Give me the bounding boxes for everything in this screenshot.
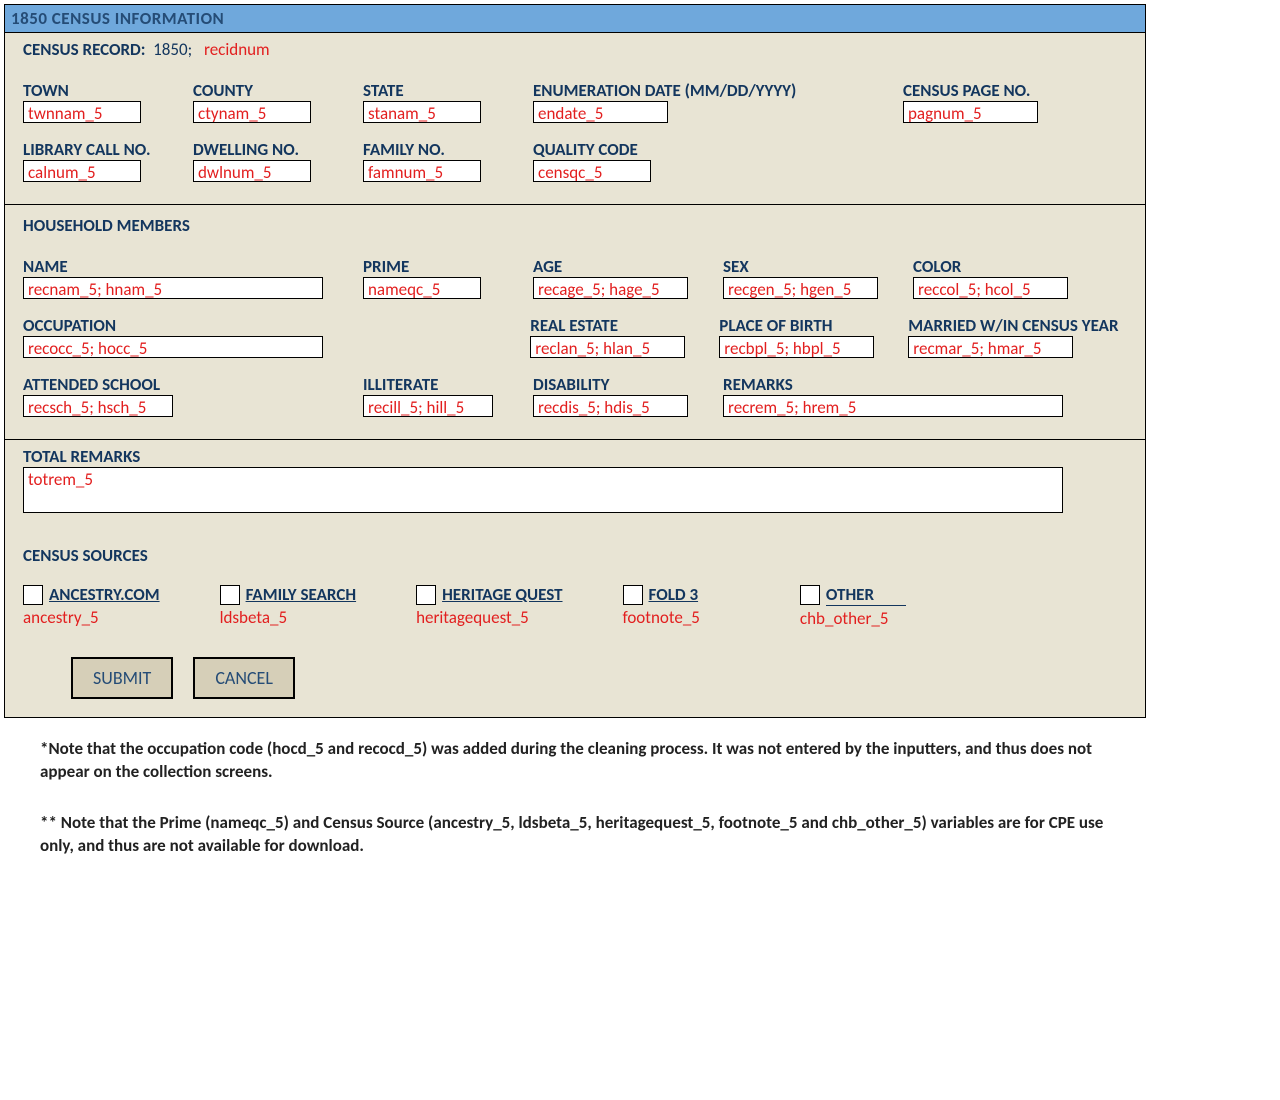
field-input-prime[interactable]: nameqc_5 — [363, 277, 481, 299]
checkbox-other[interactable] — [800, 585, 820, 605]
household-section: HOUSEHOLD MEMBERS NAME recnam_5; hnam_5 … — [5, 205, 1145, 439]
source-label-other: OTHER — [826, 584, 906, 606]
checkbox-heritage[interactable] — [416, 585, 436, 605]
census-record-var: recidnum — [204, 39, 270, 60]
source-var-fold3: footnote_5 — [623, 607, 700, 628]
field-label-illiterate: ILLITERATE — [363, 374, 513, 395]
field-input-qc[interactable]: censqc_5 — [533, 160, 651, 182]
source-var-familysearch: ldsbeta_5 — [220, 607, 357, 628]
field-input-enum-date[interactable]: endate_5 — [533, 101, 668, 123]
field-input-total-remarks[interactable]: totrem_5 — [23, 467, 1063, 513]
field-label-occ: OCCUPATION — [23, 315, 341, 336]
field-label-enum-date: ENUMERATION DATE (MM/DD/YYYY) — [533, 80, 883, 101]
field-label-married: MARRIED W/IN CENSUS YEAR — [908, 315, 1127, 336]
source-var-other: chb_other_5 — [800, 608, 906, 629]
footer-section: TOTAL REMARKS totrem_5 CENSUS SOURCES AN… — [5, 440, 1145, 717]
census-record-year: 1850; — [149, 39, 192, 60]
checkbox-familysearch[interactable] — [220, 585, 240, 605]
field-label-school: ATTENDED SCHOOL — [23, 374, 343, 395]
field-input-page[interactable]: pagnum_5 — [903, 101, 1038, 123]
submit-button[interactable]: SUBMIT — [71, 657, 173, 699]
field-input-name[interactable]: recnam_5; hnam_5 — [23, 277, 323, 299]
title-bar: 1850 CENSUS INFORMATION — [5, 5, 1145, 33]
field-input-family[interactable]: famnum_5 — [363, 160, 481, 182]
field-input-dwelling[interactable]: dwlnum_5 — [193, 160, 311, 182]
field-input-school[interactable]: recsch_5; hsch_5 — [23, 395, 173, 417]
field-input-town[interactable]: twnnam_5 — [23, 101, 141, 123]
field-input-occ[interactable]: recocc_5; hocc_5 — [23, 336, 323, 358]
checkbox-ancestry[interactable] — [23, 585, 43, 605]
field-label-color: COLOR — [913, 256, 1083, 277]
field-input-lib[interactable]: calnum_5 — [23, 160, 141, 182]
field-input-real[interactable]: reclan_5; hlan_5 — [530, 336, 685, 358]
field-label-real: REAL ESTATE — [530, 315, 699, 336]
field-input-color[interactable]: reccol_5; hcol_5 — [913, 277, 1068, 299]
field-input-remarks[interactable]: recrem_5; hrem_5 — [723, 395, 1063, 417]
field-input-age[interactable]: recage_5; hage_5 — [533, 277, 688, 299]
field-label-birth: PLACE OF BIRTH — [719, 315, 888, 336]
field-label-lib: LIBRARY CALL NO. — [23, 139, 173, 160]
field-input-birth[interactable]: recbpl_5; hbpl_5 — [719, 336, 874, 358]
field-input-county[interactable]: ctynam_5 — [193, 101, 311, 123]
sources-header: CENSUS SOURCES — [23, 545, 1127, 566]
household-header: HOUSEHOLD MEMBERS — [23, 211, 1127, 236]
field-label-page: CENSUS PAGE NO. — [903, 80, 1073, 101]
field-label-town: TOWN — [23, 80, 173, 101]
footnote-1: *Note that the occupation code (hocd_5 a… — [40, 738, 1140, 784]
field-input-sex[interactable]: recgen_5; hgen_5 — [723, 277, 878, 299]
cancel-button[interactable]: CANCEL — [193, 657, 295, 699]
field-input-married[interactable]: recmar_5; hmar_5 — [908, 336, 1073, 358]
field-label-county: COUNTY — [193, 80, 343, 101]
footnotes: *Note that the occupation code (hocd_5 a… — [40, 738, 1140, 858]
source-var-heritage: heritagequest_5 — [416, 607, 562, 628]
field-input-state[interactable]: stanam_5 — [363, 101, 481, 123]
field-label-family: FAMILY NO. — [363, 139, 513, 160]
source-label-familysearch: FAMILY SEARCH — [246, 584, 357, 605]
field-label-qc: QUALITY CODE — [533, 139, 683, 160]
census-record-line: CENSUS RECORD: 1850; recidnum — [23, 39, 1127, 60]
checkbox-fold3[interactable] — [623, 585, 643, 605]
source-label-fold3: FOLD 3 — [649, 584, 699, 605]
field-label-dwelling: DWELLING NO. — [193, 139, 343, 160]
source-label-heritage: HERITAGE QUEST — [442, 584, 562, 605]
census-record-label: CENSUS RECORD: — [23, 39, 145, 60]
field-label-total-remarks: TOTAL REMARKS — [23, 446, 1127, 467]
field-label-age: AGE — [533, 256, 703, 277]
field-input-illiterate[interactable]: recill_5; hill_5 — [363, 395, 493, 417]
field-input-disability[interactable]: recdis_5; hdis_5 — [533, 395, 688, 417]
census-record-section: CENSUS RECORD: 1850; recidnum TOWN twnna… — [5, 33, 1145, 204]
footnote-2: ** Note that the Prime (nameqc_5) and Ce… — [40, 812, 1140, 858]
field-label-prime: PRIME — [363, 256, 513, 277]
field-label-name: NAME — [23, 256, 343, 277]
source-var-ancestry: ancestry_5 — [23, 607, 160, 628]
census-form-frame: 1850 CENSUS INFORMATION CENSUS RECORD: 1… — [4, 4, 1146, 718]
source-label-ancestry: ANCESTRY.COM — [49, 584, 160, 605]
field-label-remarks: REMARKS — [723, 374, 1127, 395]
field-label-state: STATE — [363, 80, 513, 101]
field-label-sex: SEX — [723, 256, 893, 277]
field-label-disability: DISABILITY — [533, 374, 703, 395]
